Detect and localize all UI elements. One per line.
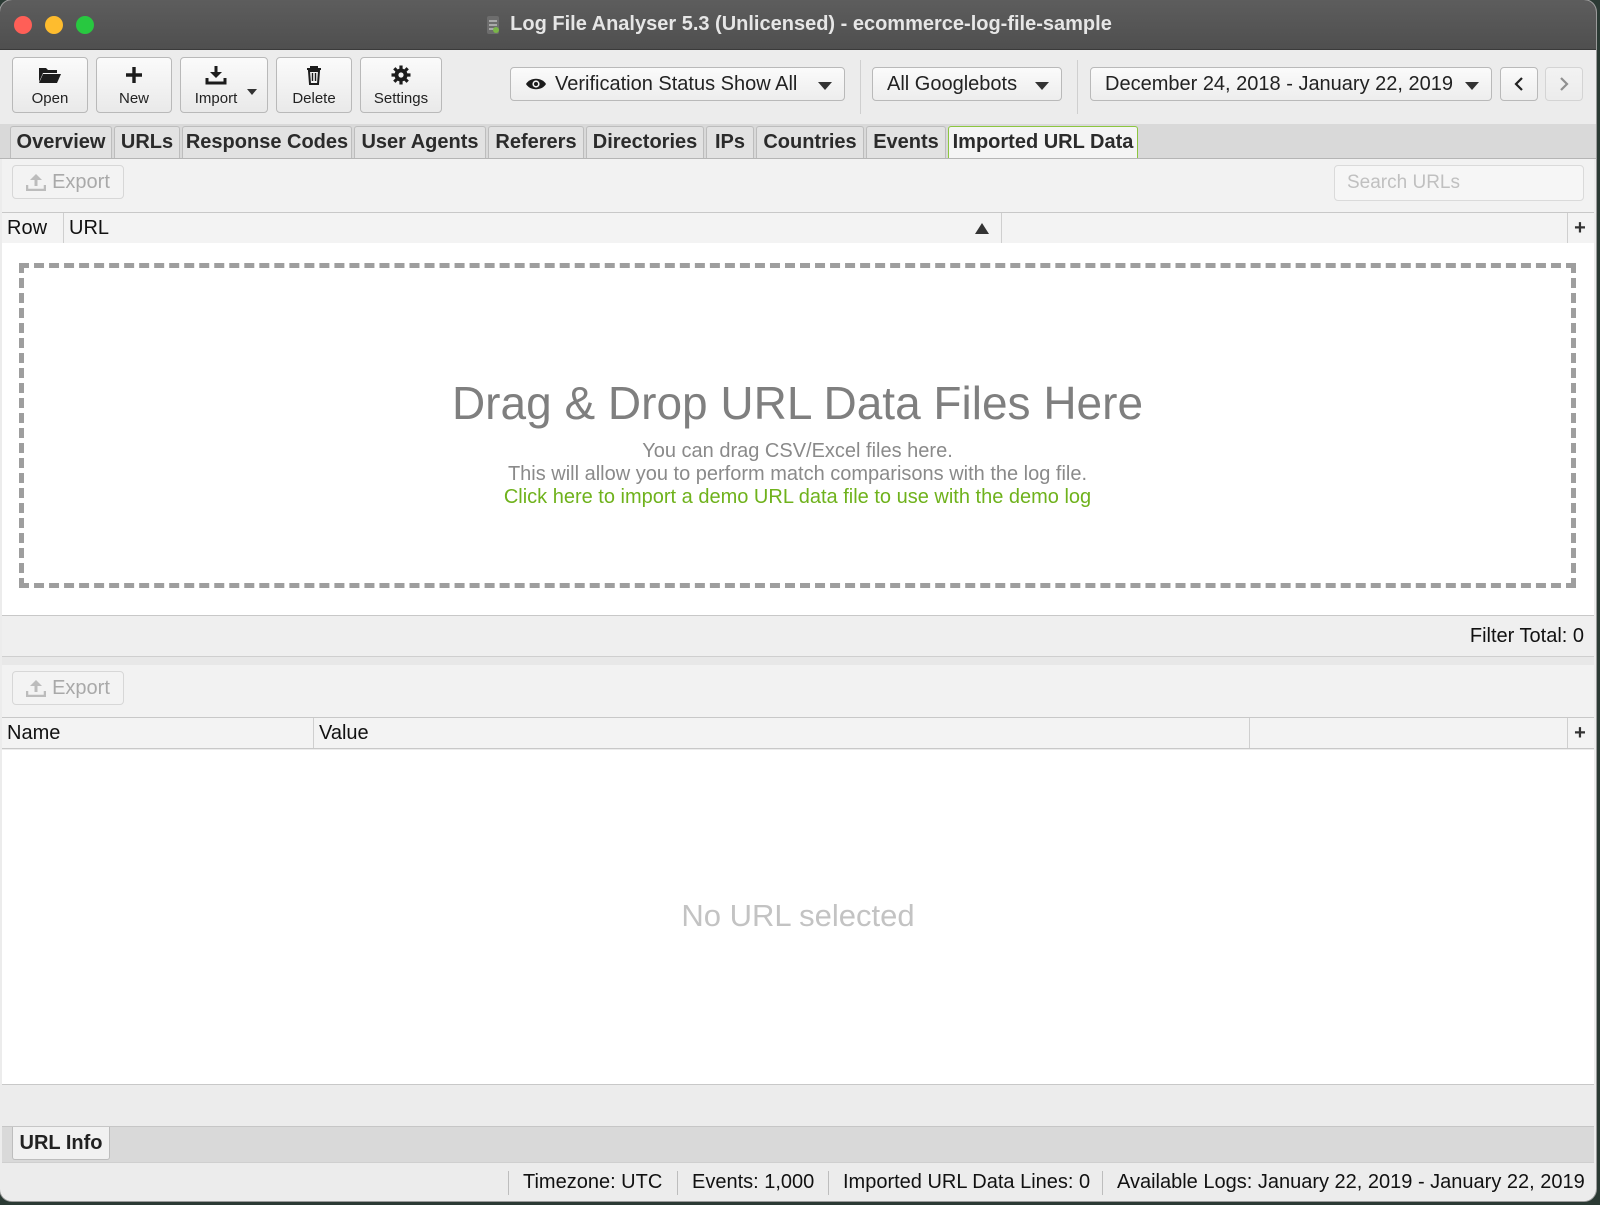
settings-button[interactable]: Settings xyxy=(360,57,442,113)
export-button-label: Export xyxy=(52,676,110,699)
date-range-select[interactable]: December 24, 2018 - January 22, 2019 xyxy=(1090,67,1492,101)
url-info-table-body: No URL selected xyxy=(2,750,1594,1085)
status-divider xyxy=(828,1171,829,1195)
sort-ascending-icon xyxy=(975,223,989,234)
download-icon xyxy=(205,63,227,87)
verification-status-value: Verification Status Show All xyxy=(555,72,798,95)
trash-icon xyxy=(306,63,322,87)
drop-zone-hint: You can drag CSV/Excel files here. xyxy=(642,440,953,462)
delete-button-label: Delete xyxy=(292,90,336,107)
tab-overview[interactable]: Overview xyxy=(10,126,112,158)
filter-total-bar: Filter Total: 0 xyxy=(2,616,1594,657)
bottom-panel-toolbar: Export xyxy=(2,665,1594,718)
tab-countries[interactable]: Countries xyxy=(756,126,864,158)
chevron-left-icon xyxy=(1514,76,1524,92)
toolbar-divider xyxy=(1077,60,1078,114)
window-title: Log File Analyser 5.3 (Unlicensed) - eco… xyxy=(510,13,1112,35)
open-button[interactable]: Open xyxy=(12,57,88,113)
top-panel-toolbar: Export xyxy=(2,159,1594,213)
status-events: Events: 1,000 xyxy=(692,1171,815,1193)
empty-state-message: No URL selected xyxy=(681,898,915,933)
chevron-down-icon xyxy=(818,73,832,96)
add-column-button[interactable]: + xyxy=(1567,213,1592,243)
tab-response-codes[interactable]: Response Codes xyxy=(182,126,352,158)
new-button[interactable]: New xyxy=(96,57,172,113)
open-button-label: Open xyxy=(31,90,69,107)
verification-status-select[interactable]: Verification Status Show All xyxy=(510,67,845,101)
status-divider xyxy=(677,1171,678,1195)
tab-url-info[interactable]: URL Info xyxy=(12,1127,110,1160)
status-divider xyxy=(508,1171,509,1195)
tab-directories[interactable]: Directories xyxy=(586,126,704,158)
export-button[interactable]: Export xyxy=(12,671,124,705)
chevron-right-icon xyxy=(1559,76,1569,92)
drop-zone-title: Drag & Drop URL Data Files Here xyxy=(451,377,1144,429)
chevron-down-icon xyxy=(1465,73,1479,96)
googlebot-select-value: All Googlebots xyxy=(887,72,1018,95)
drop-zone-description: This will allow you to perform match com… xyxy=(507,463,1088,485)
new-button-label: New xyxy=(118,90,149,107)
next-period-button[interactable] xyxy=(1545,67,1583,101)
plus-icon xyxy=(124,63,144,87)
main-tab-bar: Overview URLs Response Codes User Agents… xyxy=(0,124,1596,159)
search-urls-input[interactable] xyxy=(1334,165,1584,201)
toolbar: Open New Import Delete Settings Verifica… xyxy=(0,50,1596,120)
column-header-url[interactable]: URL xyxy=(64,213,1002,243)
status-bar: Timezone: UTC Events: 1,000 Imported URL… xyxy=(2,1162,1594,1201)
status-divider xyxy=(1102,1171,1103,1195)
export-button-label: Export xyxy=(52,170,110,193)
settings-button-label: Settings xyxy=(373,90,429,107)
tab-user-agents[interactable]: User Agents xyxy=(354,126,486,158)
url-table-body: Drag & Drop URL Data Files Here You can … xyxy=(2,243,1594,616)
previous-period-button[interactable] xyxy=(1500,67,1538,101)
import-button-label: Import xyxy=(194,90,238,107)
tab-urls[interactable]: URLs xyxy=(114,126,180,158)
tab-imported-url-data[interactable]: Imported URL Data xyxy=(948,126,1138,158)
eye-icon xyxy=(525,77,547,91)
upload-icon xyxy=(26,173,47,191)
panel-splitter[interactable] xyxy=(2,657,1594,665)
googlebot-select[interactable]: All Googlebots xyxy=(872,67,1062,101)
date-range-value: December 24, 2018 - January 22, 2019 xyxy=(1105,72,1453,95)
folder-open-icon xyxy=(38,63,62,87)
toolbar-divider xyxy=(860,60,861,114)
status-imported-lines: Imported URL Data Lines: 0 xyxy=(843,1171,1091,1193)
column-header-url-label: URL xyxy=(69,216,110,239)
gear-icon xyxy=(391,63,411,87)
url-table-header: Row URL + xyxy=(2,213,1594,244)
chevron-down-icon xyxy=(1035,73,1049,96)
filter-total: Filter Total: 0 xyxy=(1469,625,1584,647)
import-demo-link[interactable]: Click here to import a demo URL data fil… xyxy=(24,486,1571,509)
column-header-name[interactable]: Name xyxy=(2,718,314,748)
tab-events[interactable]: Events xyxy=(866,126,946,158)
add-column-button[interactable]: + xyxy=(1567,718,1592,748)
export-button[interactable]: Export xyxy=(12,165,124,199)
file-drop-zone[interactable]: Drag & Drop URL Data Files Here You can … xyxy=(19,263,1576,588)
bottom-tab-bar: URL Info xyxy=(2,1126,1594,1162)
import-button[interactable]: Import xyxy=(180,57,268,113)
column-header-row[interactable]: Row xyxy=(2,213,64,243)
tab-ips[interactable]: IPs xyxy=(706,126,754,158)
app-window: Log File Analyser 5.3 (Unlicensed) - eco… xyxy=(0,0,1596,1201)
app-logo-icon xyxy=(487,15,500,34)
status-available-logs: Available Logs: January 22, 2019 - Janua… xyxy=(1117,1171,1585,1193)
url-info-table-header: Name Value + xyxy=(2,718,1594,749)
delete-button[interactable]: Delete xyxy=(276,57,352,113)
column-header-value[interactable]: Value xyxy=(314,718,1250,748)
tab-referers[interactable]: Referers xyxy=(488,126,584,158)
status-timezone: Timezone: UTC xyxy=(523,1171,663,1193)
upload-icon xyxy=(26,679,47,697)
chevron-down-icon[interactable] xyxy=(247,82,257,99)
title-bar: Log File Analyser 5.3 (Unlicensed) - eco… xyxy=(0,0,1596,50)
